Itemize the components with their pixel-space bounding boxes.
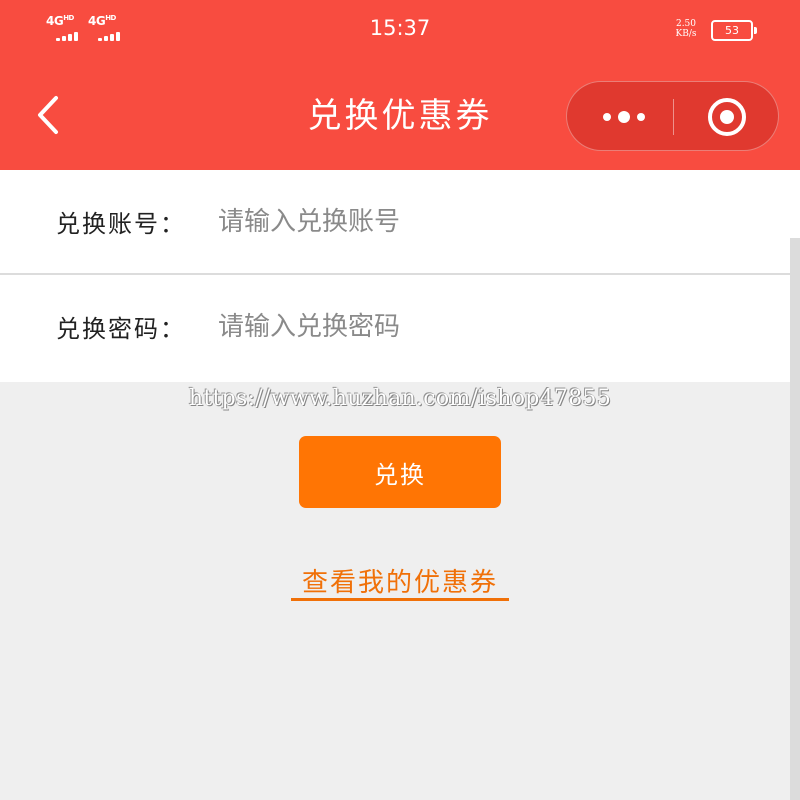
redeem-form: 兑换账号： 兑换密码：	[0, 170, 800, 382]
sim1-hd-label: HD	[63, 14, 74, 22]
password-row: 兑换密码：	[0, 275, 800, 379]
sim2-network-label: 4G	[88, 14, 106, 28]
capsule-divider	[673, 99, 674, 135]
more-button[interactable]	[585, 92, 663, 142]
network-speed-value: 2.50	[675, 19, 697, 29]
page-title: 兑换优惠券	[307, 96, 493, 136]
sim1-network-label: 4G	[46, 14, 64, 28]
close-mini-program-button[interactable]	[697, 92, 757, 142]
sim2-hd-label: HD	[105, 14, 116, 22]
network-speed-unit: KB/s	[675, 29, 697, 39]
signal-bars-icon	[98, 31, 126, 41]
redeem-button[interactable]: 兑换	[299, 436, 501, 508]
account-label: 兑换账号：	[56, 210, 186, 238]
top-bar: 4GHD 4GHD 15:37 2.50 KB/s 53 兑换优惠券	[0, 0, 800, 170]
account-row: 兑换账号：	[0, 170, 800, 275]
signal-bars-icon	[56, 31, 84, 41]
battery-level: 53	[725, 24, 739, 37]
back-button[interactable]	[30, 90, 70, 140]
more-dots-icon	[603, 111, 645, 123]
network-speed: 2.50 KB/s	[668, 19, 704, 39]
password-label: 兑换密码：	[56, 315, 186, 343]
status-time: 15:37	[369, 16, 431, 40]
status-bar: 4GHD 4GHD 15:37 2.50 KB/s 53	[0, 0, 800, 60]
watermark-text: https://www.huzhan.com/ishop47855	[188, 386, 612, 411]
scrollbar[interactable]	[790, 238, 800, 800]
sim1-signal: 4GHD	[46, 14, 86, 44]
chevron-left-icon	[38, 96, 58, 134]
sim2-signal: 4GHD	[88, 14, 128, 44]
password-input[interactable]	[218, 301, 758, 353]
mini-program-capsule	[566, 81, 779, 151]
account-input[interactable]	[218, 196, 758, 248]
view-my-coupons-link[interactable]: 查看我的优惠券	[280, 562, 520, 599]
battery-icon: 53	[711, 20, 757, 41]
link-underline	[291, 598, 509, 601]
target-circle-icon	[708, 98, 746, 136]
